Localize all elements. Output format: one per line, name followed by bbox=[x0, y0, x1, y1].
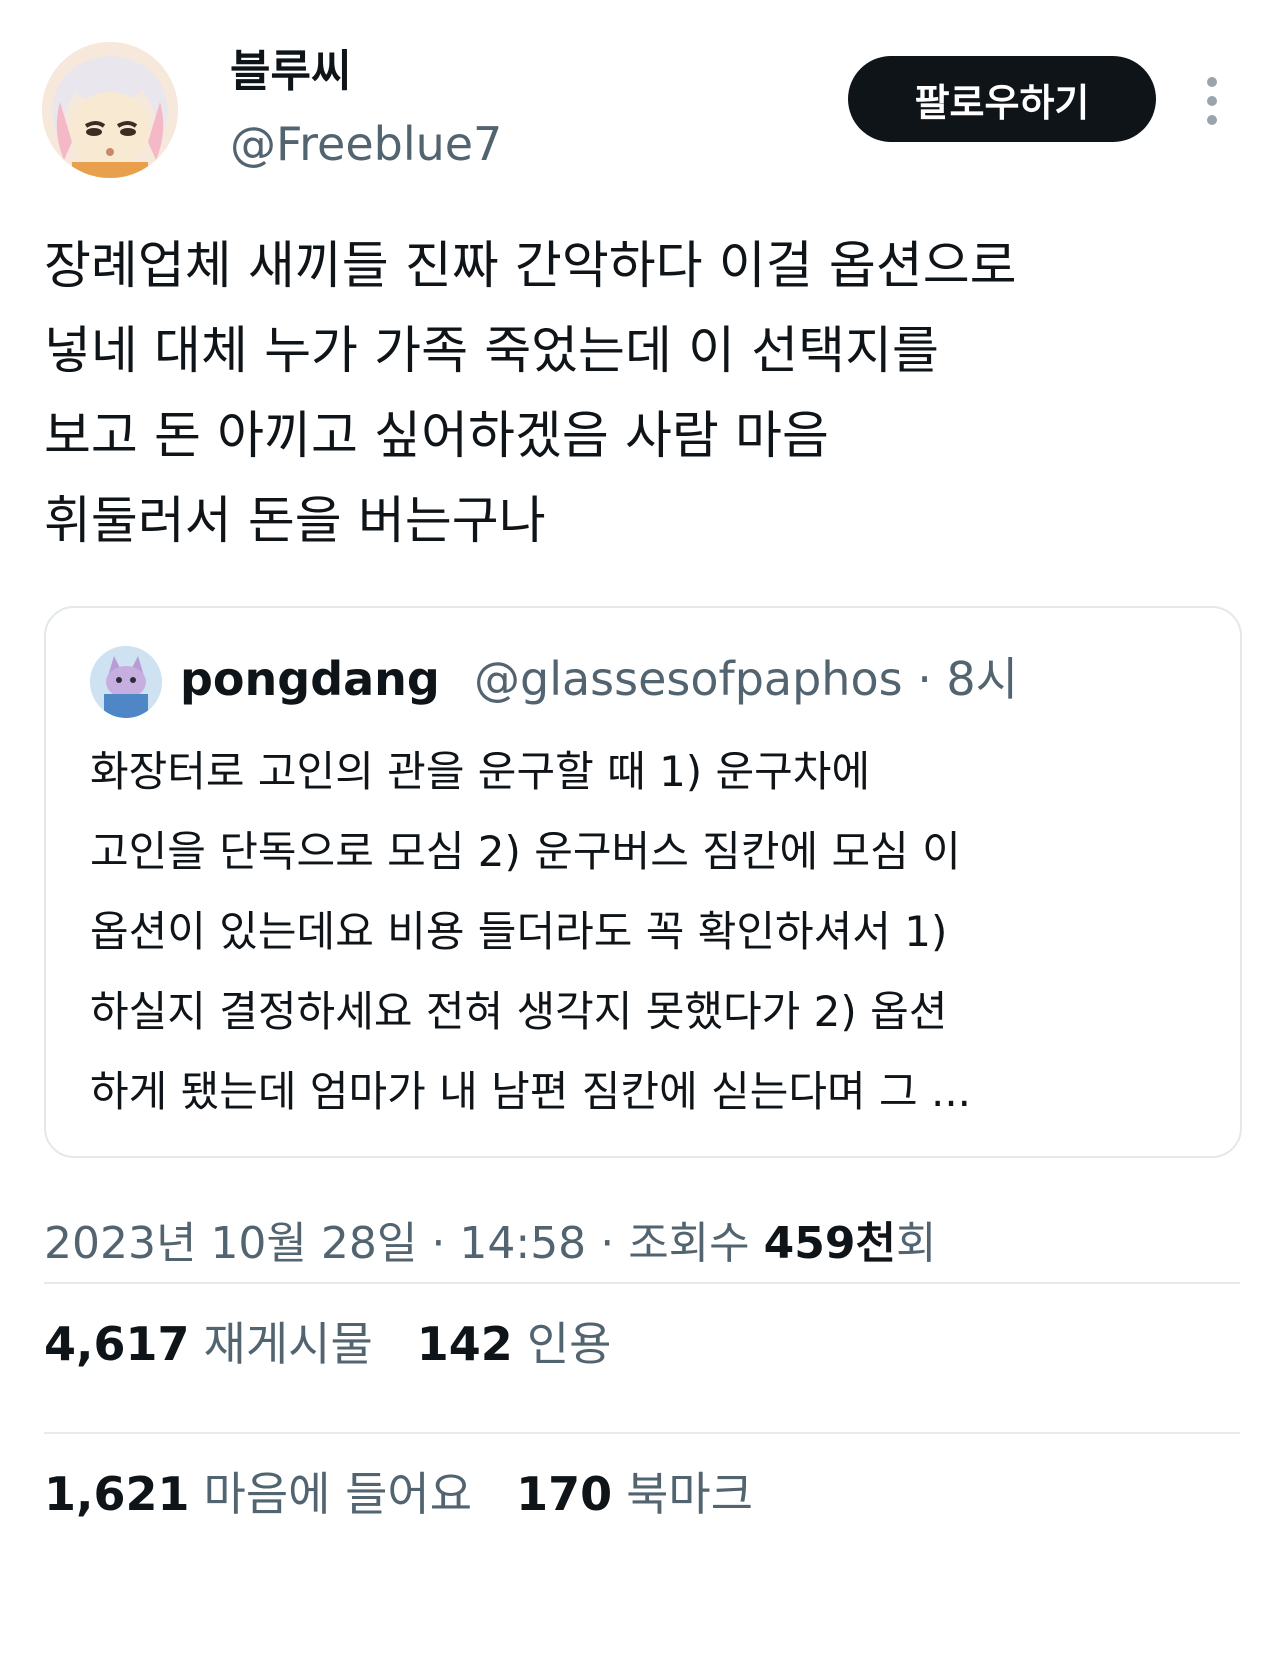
quotes-label: 인용 bbox=[526, 1317, 612, 1371]
author-avatar[interactable] bbox=[42, 42, 178, 178]
tweet-line: 보고 돈 아끼고 싶어하겠음 사람 마음 bbox=[44, 407, 829, 466]
quoted-tweet-card[interactable]: pongdang @glassesofpaphos · 8시 화장터로 고인의 … bbox=[44, 606, 1242, 1158]
tweet-time[interactable]: 14:58 bbox=[459, 1218, 586, 1269]
follow-button[interactable]: 팔로우하기 bbox=[848, 56, 1156, 142]
quoted-text: 화장터로 고인의 관을 운구할 때 1) 운구차에 고인을 단독으로 모심 2)… bbox=[90, 732, 1210, 1132]
quotes-count: 142 bbox=[416, 1317, 513, 1371]
views-count: 459천 bbox=[763, 1218, 896, 1269]
quoted-time: · 8시 bbox=[917, 652, 1019, 706]
avatar-illustration-icon bbox=[42, 42, 178, 178]
quoted-author-name[interactable]: pongdang bbox=[180, 648, 440, 710]
stats-row-retweets: 4,617 재게시물 142 인용 bbox=[44, 1312, 655, 1376]
author-handle[interactable]: @Freeblue7 bbox=[230, 116, 502, 172]
quoted-author-avatar[interactable] bbox=[90, 646, 162, 718]
stats-row-likes: 1,621 마음에 들어요 170 북마크 bbox=[44, 1462, 797, 1526]
quoted-author-handle[interactable]: @glassesofpaphos bbox=[474, 652, 903, 706]
retweets-label: 재게시물 bbox=[203, 1317, 373, 1371]
meta-separator: · bbox=[600, 1218, 615, 1269]
quoted-line: 고인을 단독으로 모심 2) 운구버스 짐칸에 모심 이 bbox=[90, 827, 961, 876]
tweet-text: 장례업체 새끼들 진짜 간악하다 이걸 옵션으로 넣네 대체 누가 가족 죽었는… bbox=[44, 224, 1254, 564]
bookmarks-stat[interactable]: 170 북마크 bbox=[516, 1467, 797, 1521]
divider bbox=[44, 1432, 1240, 1434]
views-suffix: 회 bbox=[895, 1218, 937, 1269]
quoted-avatar-illustration-icon bbox=[90, 646, 162, 718]
more-options-icon[interactable] bbox=[1200, 76, 1224, 126]
tweet-header: 블루씨 @Freeblue7 팔로우하기 bbox=[0, 0, 1284, 200]
likes-label: 마음에 들어요 bbox=[203, 1467, 473, 1521]
bookmarks-count: 170 bbox=[516, 1467, 613, 1521]
likes-stat[interactable]: 1,621 마음에 들어요 bbox=[44, 1467, 516, 1521]
quotes-stat[interactable]: 142 인용 bbox=[417, 1317, 656, 1371]
bookmarks-label: 북마크 bbox=[626, 1467, 754, 1521]
quoted-handle-line: @glassesofpaphos · 8시 bbox=[474, 648, 1018, 710]
retweets-count: 4,617 bbox=[44, 1317, 190, 1371]
tweet-line: 장례업체 새끼들 진짜 간악하다 이걸 옵션으로 bbox=[44, 237, 1017, 296]
quoted-line: 옵션이 있는데요 비용 들더라도 꼭 확인하셔서 1) bbox=[90, 907, 948, 956]
meta-separator: · bbox=[431, 1218, 446, 1269]
tweet-date[interactable]: 2023년 10월 28일 bbox=[44, 1218, 417, 1269]
tweet-line: 휘둘러서 돈을 버는구나 bbox=[44, 492, 546, 551]
retweets-stat[interactable]: 4,617 재게시물 bbox=[44, 1317, 417, 1371]
quoted-line: 하게 됐는데 엄마가 내 남편 짐칸에 싣는다며 그 ... bbox=[90, 1067, 972, 1116]
quoted-line: 화장터로 고인의 관을 운구할 때 1) 운구차에 bbox=[90, 747, 871, 796]
tweet-line: 넣네 대체 누가 가족 죽었는데 이 선택지를 bbox=[44, 322, 939, 381]
tweet-meta: 2023년 10월 28일 · 14:58 · 조회수 459천회 bbox=[44, 1214, 936, 1274]
quoted-line: 하실지 결정하세요 전혀 생각지 못했다가 2) 옵션 bbox=[90, 987, 948, 1036]
divider bbox=[44, 1282, 1240, 1284]
author-display-name[interactable]: 블루씨 bbox=[230, 44, 351, 100]
views-label: 조회수 bbox=[628, 1218, 750, 1269]
likes-count: 1,621 bbox=[44, 1467, 190, 1521]
